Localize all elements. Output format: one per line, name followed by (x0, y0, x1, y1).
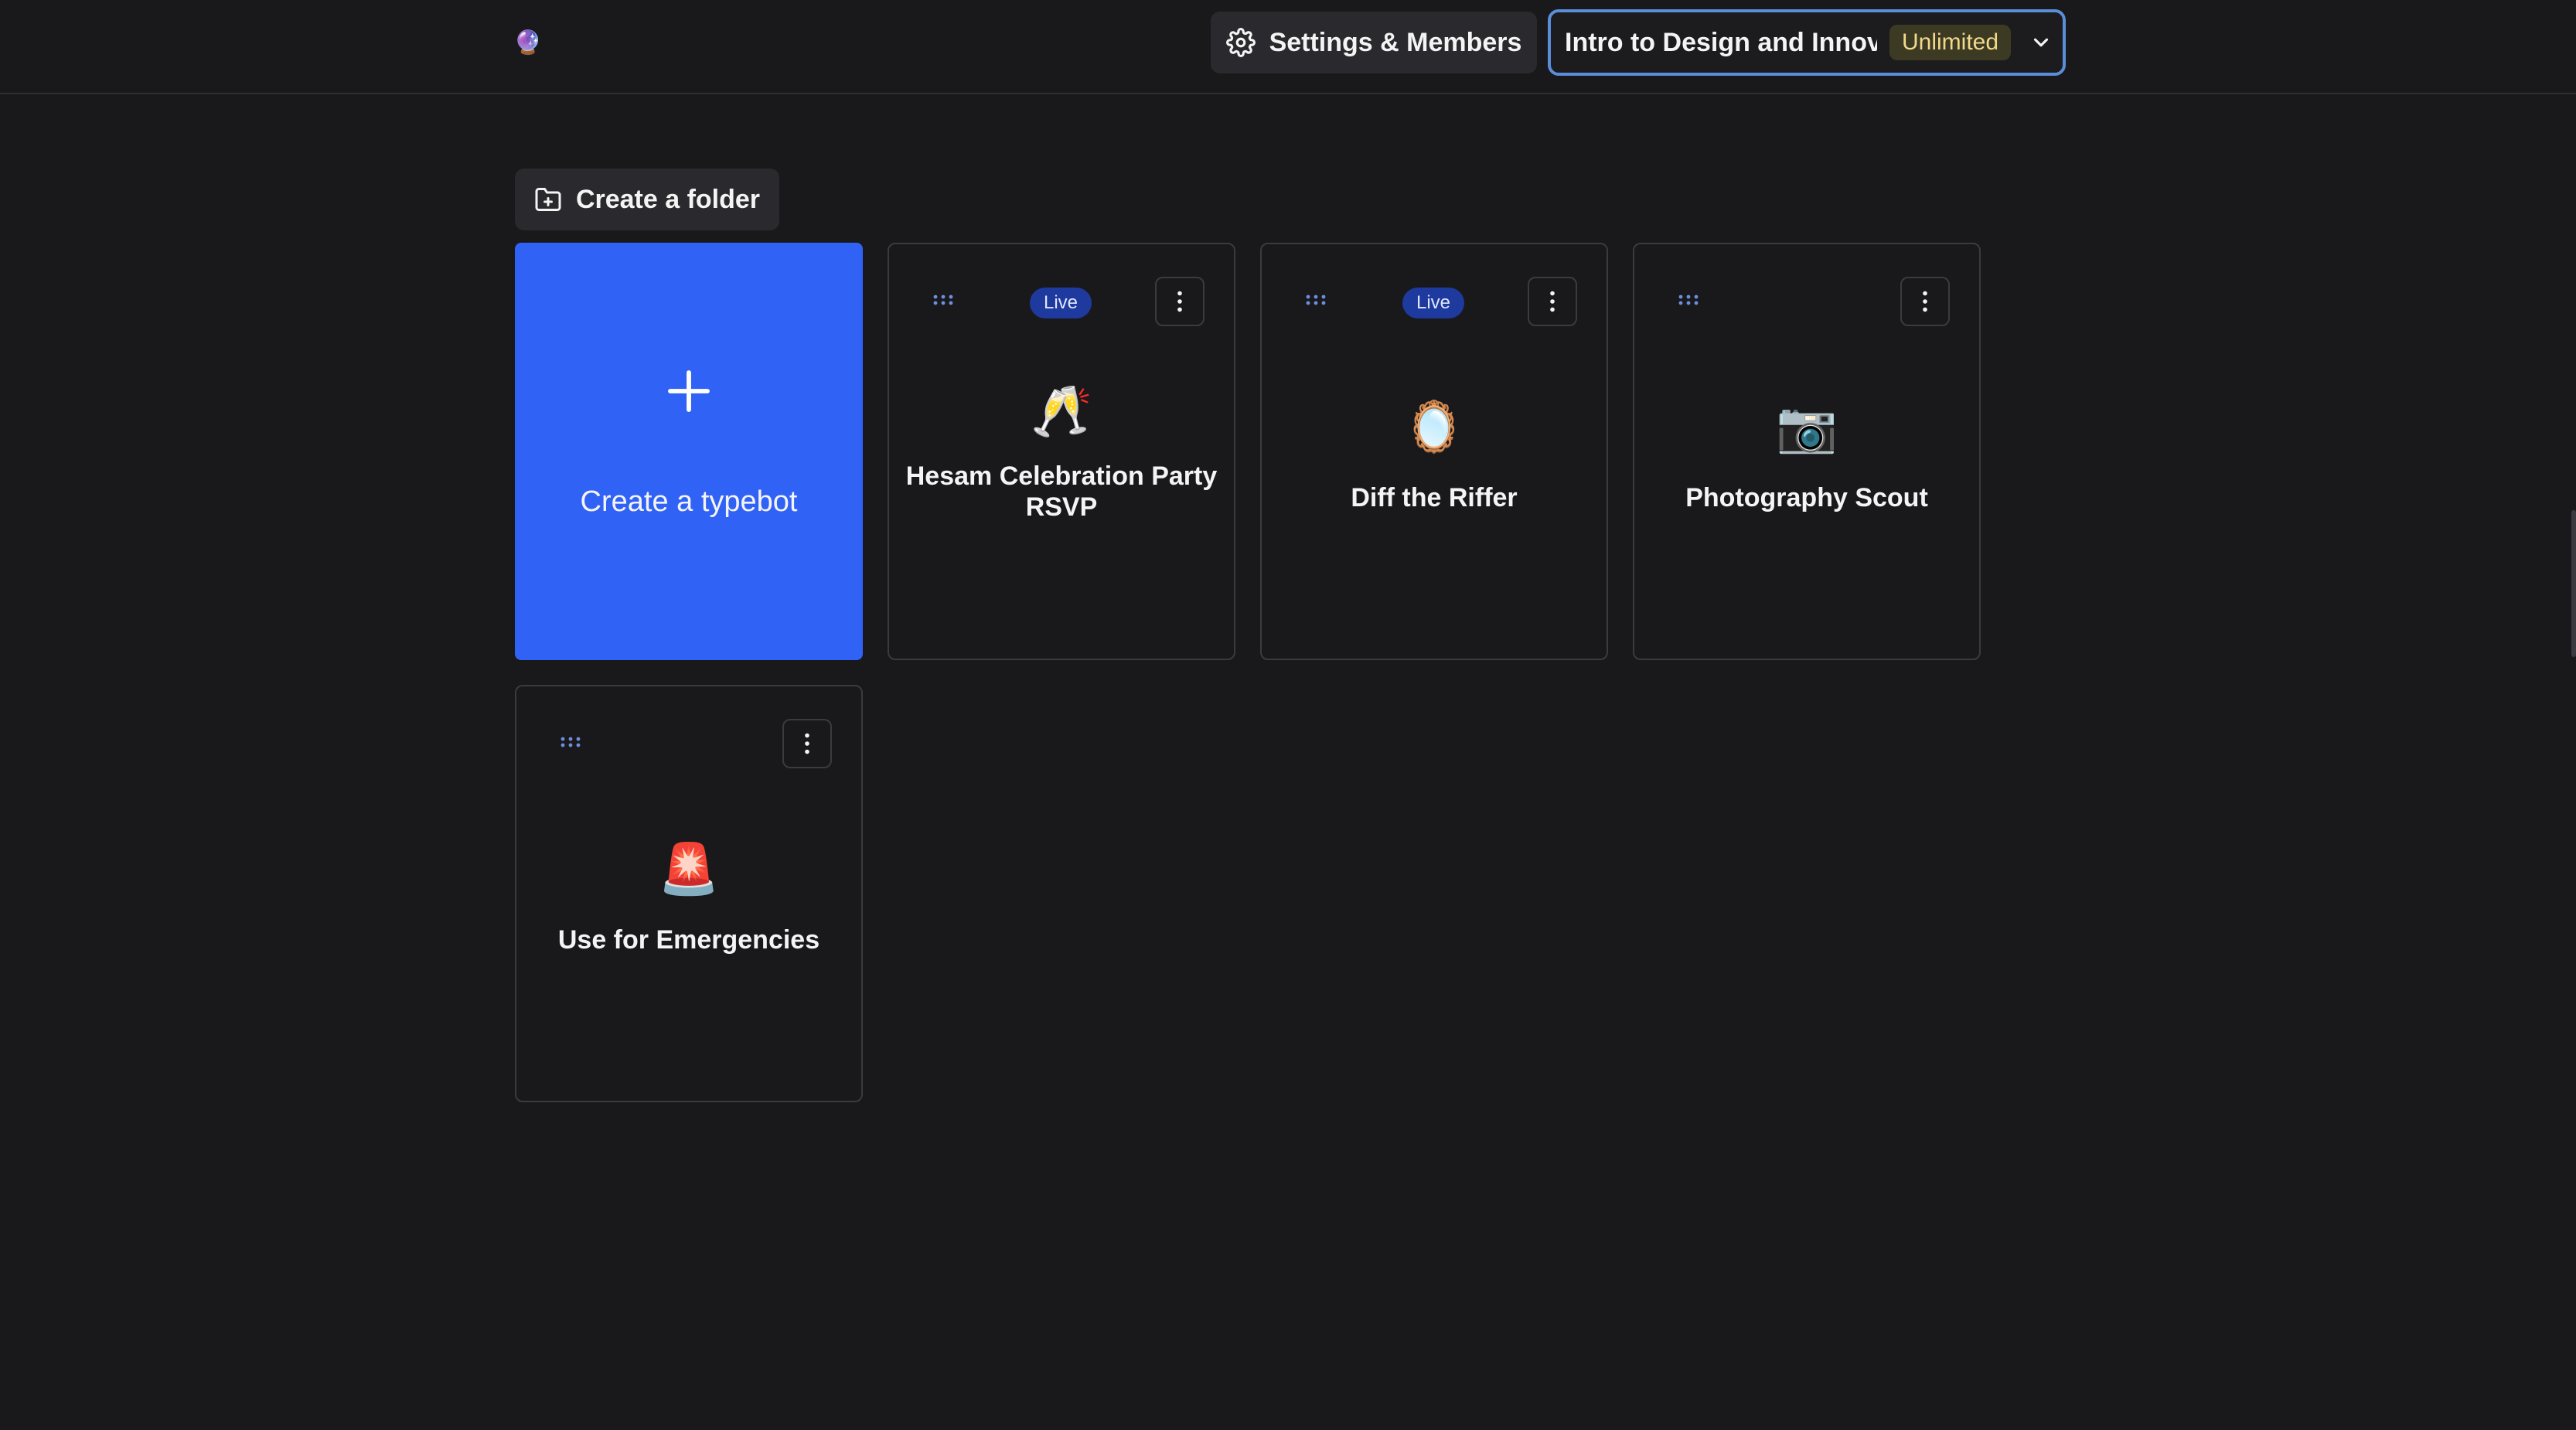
more-options-button[interactable] (1900, 277, 1950, 326)
typebot-card[interactable]: Live 🥂 Hesam Celebration Party RSVP (888, 243, 1235, 660)
more-options-button[interactable] (1528, 277, 1577, 326)
workspace-dropdown[interactable]: Intro to Design and Innovation Unlimited (1548, 9, 2066, 76)
folder-plus-icon (535, 188, 561, 211)
live-badge: Live (1402, 288, 1464, 318)
typebot-name: Photography Scout (1685, 483, 1928, 512)
more-vertical-icon (1923, 291, 1927, 312)
plan-badge: Unlimited (1889, 25, 2012, 60)
live-badge: Live (1030, 288, 1092, 318)
typebot-emoji-icon: 🥂 (1031, 383, 1092, 439)
chevron-down-icon (2033, 38, 2049, 47)
gear-icon (1225, 28, 1256, 57)
drag-handle-icon[interactable] (1305, 294, 1327, 306)
plus-icon (668, 370, 710, 412)
typebot-name: Hesam Celebration Party RSVP (905, 461, 1218, 522)
typebot-emoji-icon: 🪞 (1403, 399, 1465, 455)
create-typebot-card[interactable]: Create a typebot (515, 243, 863, 660)
typebot-card[interactable]: 📷 Photography Scout (1633, 243, 1981, 660)
typebot-emoji-icon: 📷 (1776, 399, 1838, 455)
typebot-emoji-icon: 🚨 (658, 841, 720, 897)
typebot-name: Use for Emergencies (557, 925, 820, 955)
more-vertical-icon (805, 733, 809, 754)
typebot-card[interactable]: Live 🪞 Diff the Riffer (1260, 243, 1608, 660)
typebot-card[interactable]: 🚨 Use for Emergencies (515, 685, 863, 1102)
more-vertical-icon (1550, 291, 1555, 312)
more-options-button[interactable] (1155, 277, 1205, 326)
more-options-button[interactable] (782, 719, 832, 768)
settings-members-label: Settings & Members (1269, 27, 1522, 57)
drag-handle-icon[interactable] (560, 736, 581, 748)
workspace-name: Intro to Design and Innovation (1565, 27, 1877, 57)
top-bar: 🔮 Settings & Members Intro to Design and… (0, 0, 2576, 94)
more-vertical-icon (1177, 291, 1182, 312)
page-scrollbar[interactable] (2571, 510, 2576, 657)
logo-icon[interactable]: 🔮 (513, 29, 542, 57)
create-folder-button[interactable]: Create a folder (515, 169, 779, 230)
drag-handle-icon[interactable] (932, 294, 954, 306)
drag-handle-icon[interactable] (1678, 294, 1699, 306)
create-typebot-label: Create a typebot (580, 485, 798, 518)
typebot-name: Diff the Riffer (1351, 483, 1518, 512)
settings-members-button[interactable]: Settings & Members (1211, 12, 1537, 73)
create-folder-label: Create a folder (575, 184, 761, 214)
